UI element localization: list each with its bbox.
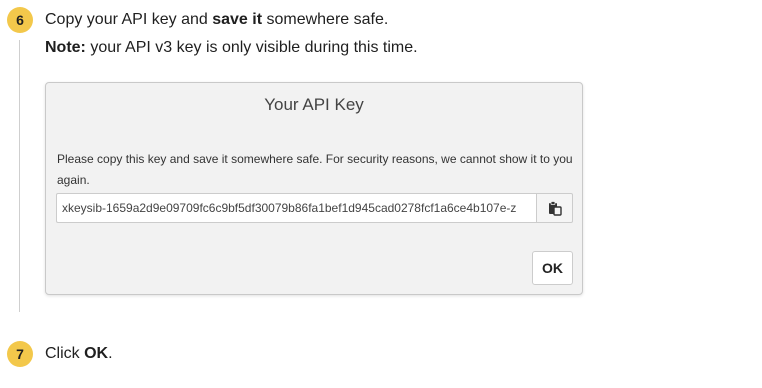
step-7-instruction: Click OK. <box>45 344 113 364</box>
api-key-dialog: Your API Key Please copy this key and sa… <box>45 82 583 295</box>
step-6-instruction: Copy your API key and save it somewhere … <box>45 10 388 30</box>
step-7-badge: 7 <box>7 341 33 367</box>
step-7-text-suffix: . <box>108 345 113 362</box>
dialog-message: Please copy this key and save it somewhe… <box>57 152 573 187</box>
step-6-note: Note: your API v3 key is only visible du… <box>45 38 418 58</box>
step-connector-line <box>19 40 20 312</box>
dialog-title: Your API Key <box>264 95 364 114</box>
step-6-text-bold: save it <box>212 11 263 28</box>
note-text: your API v3 key is only visible during t… <box>85 39 418 56</box>
step-7-text-bold: OK <box>84 345 109 362</box>
note-label: Note: <box>45 39 86 56</box>
copy-key-button[interactable] <box>536 193 573 223</box>
step-7-text-prefix: Click <box>45 345 85 362</box>
ok-button[interactable]: OK <box>532 251 573 285</box>
step-6-text-suffix: somewhere safe. <box>262 11 389 28</box>
step-6-text-prefix: Copy your API key and <box>45 11 213 28</box>
api-key-input[interactable] <box>56 193 536 223</box>
api-key-field-group <box>56 193 573 223</box>
step-6-badge: 6 <box>7 7 33 33</box>
clipboard-copy-icon <box>548 201 562 216</box>
